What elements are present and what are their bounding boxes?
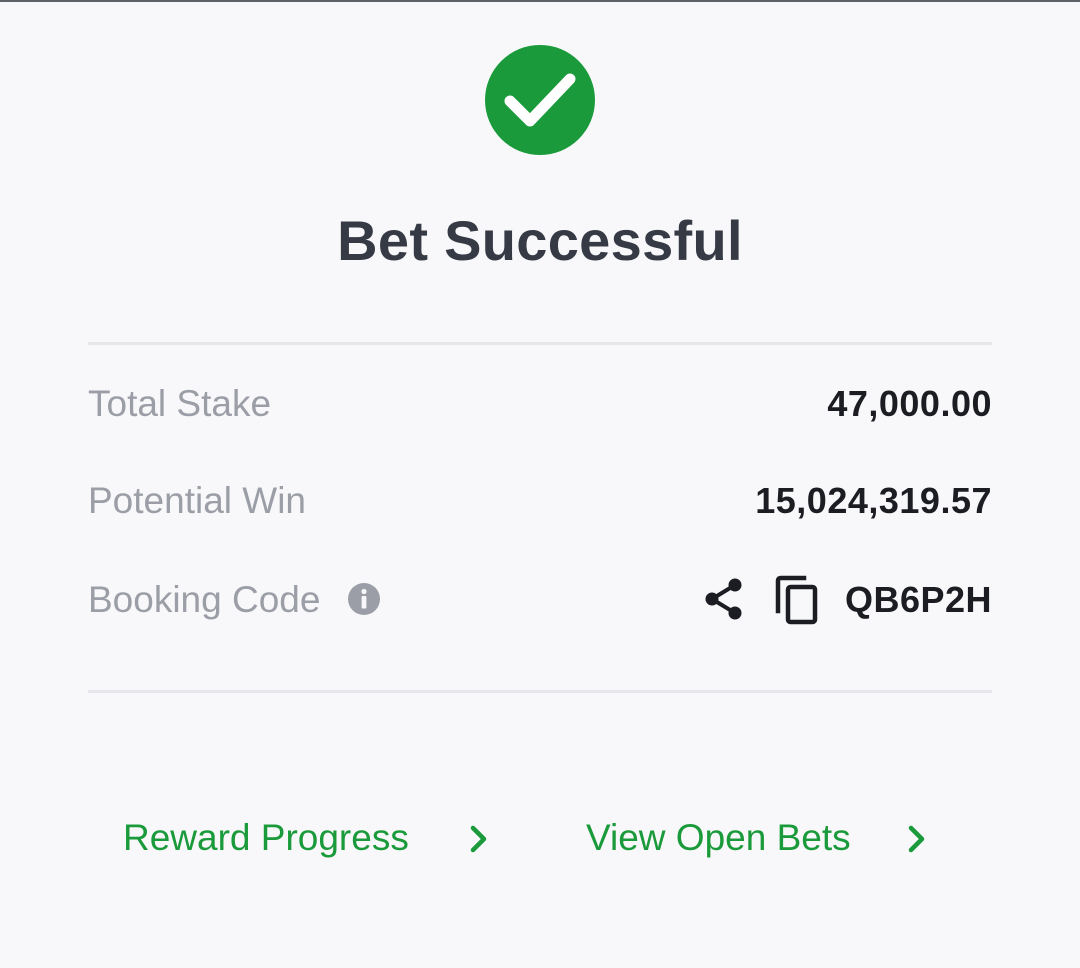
total-stake-row: Total Stake 47,000.00	[88, 376, 992, 432]
potential-win-label: Potential Win	[88, 480, 306, 521]
chevron-right-icon	[908, 825, 925, 853]
view-open-bets-link[interactable]: View Open Bets	[586, 810, 946, 866]
potential-win-row: Potential Win 15,024,319.57	[88, 473, 992, 529]
reward-progress-link[interactable]: Reward Progress	[123, 810, 503, 866]
booking-code-label: Booking Code	[88, 579, 321, 620]
copy-icon[interactable]	[774, 575, 820, 625]
booking-code-value[interactable]: QB6P2H	[845, 572, 992, 628]
divider-bottom	[88, 690, 992, 693]
potential-win-value: 15,024,319.57	[755, 480, 992, 521]
booking-code-row: Booking Code QB6P2H	[88, 572, 992, 628]
chevron-right-icon	[470, 825, 487, 853]
divider-top	[88, 342, 992, 345]
page-title: Bet Successful	[337, 209, 743, 272]
top-border	[0, 0, 1080, 2]
total-stake-value: 47,000.00	[827, 383, 992, 424]
info-icon[interactable]	[347, 582, 381, 616]
reward-progress-label: Reward Progress	[123, 817, 409, 858]
view-open-bets-label: View Open Bets	[586, 817, 851, 858]
total-stake-label: Total Stake	[88, 383, 272, 424]
share-icon[interactable]	[702, 576, 746, 622]
check-circle-icon	[485, 45, 595, 155]
